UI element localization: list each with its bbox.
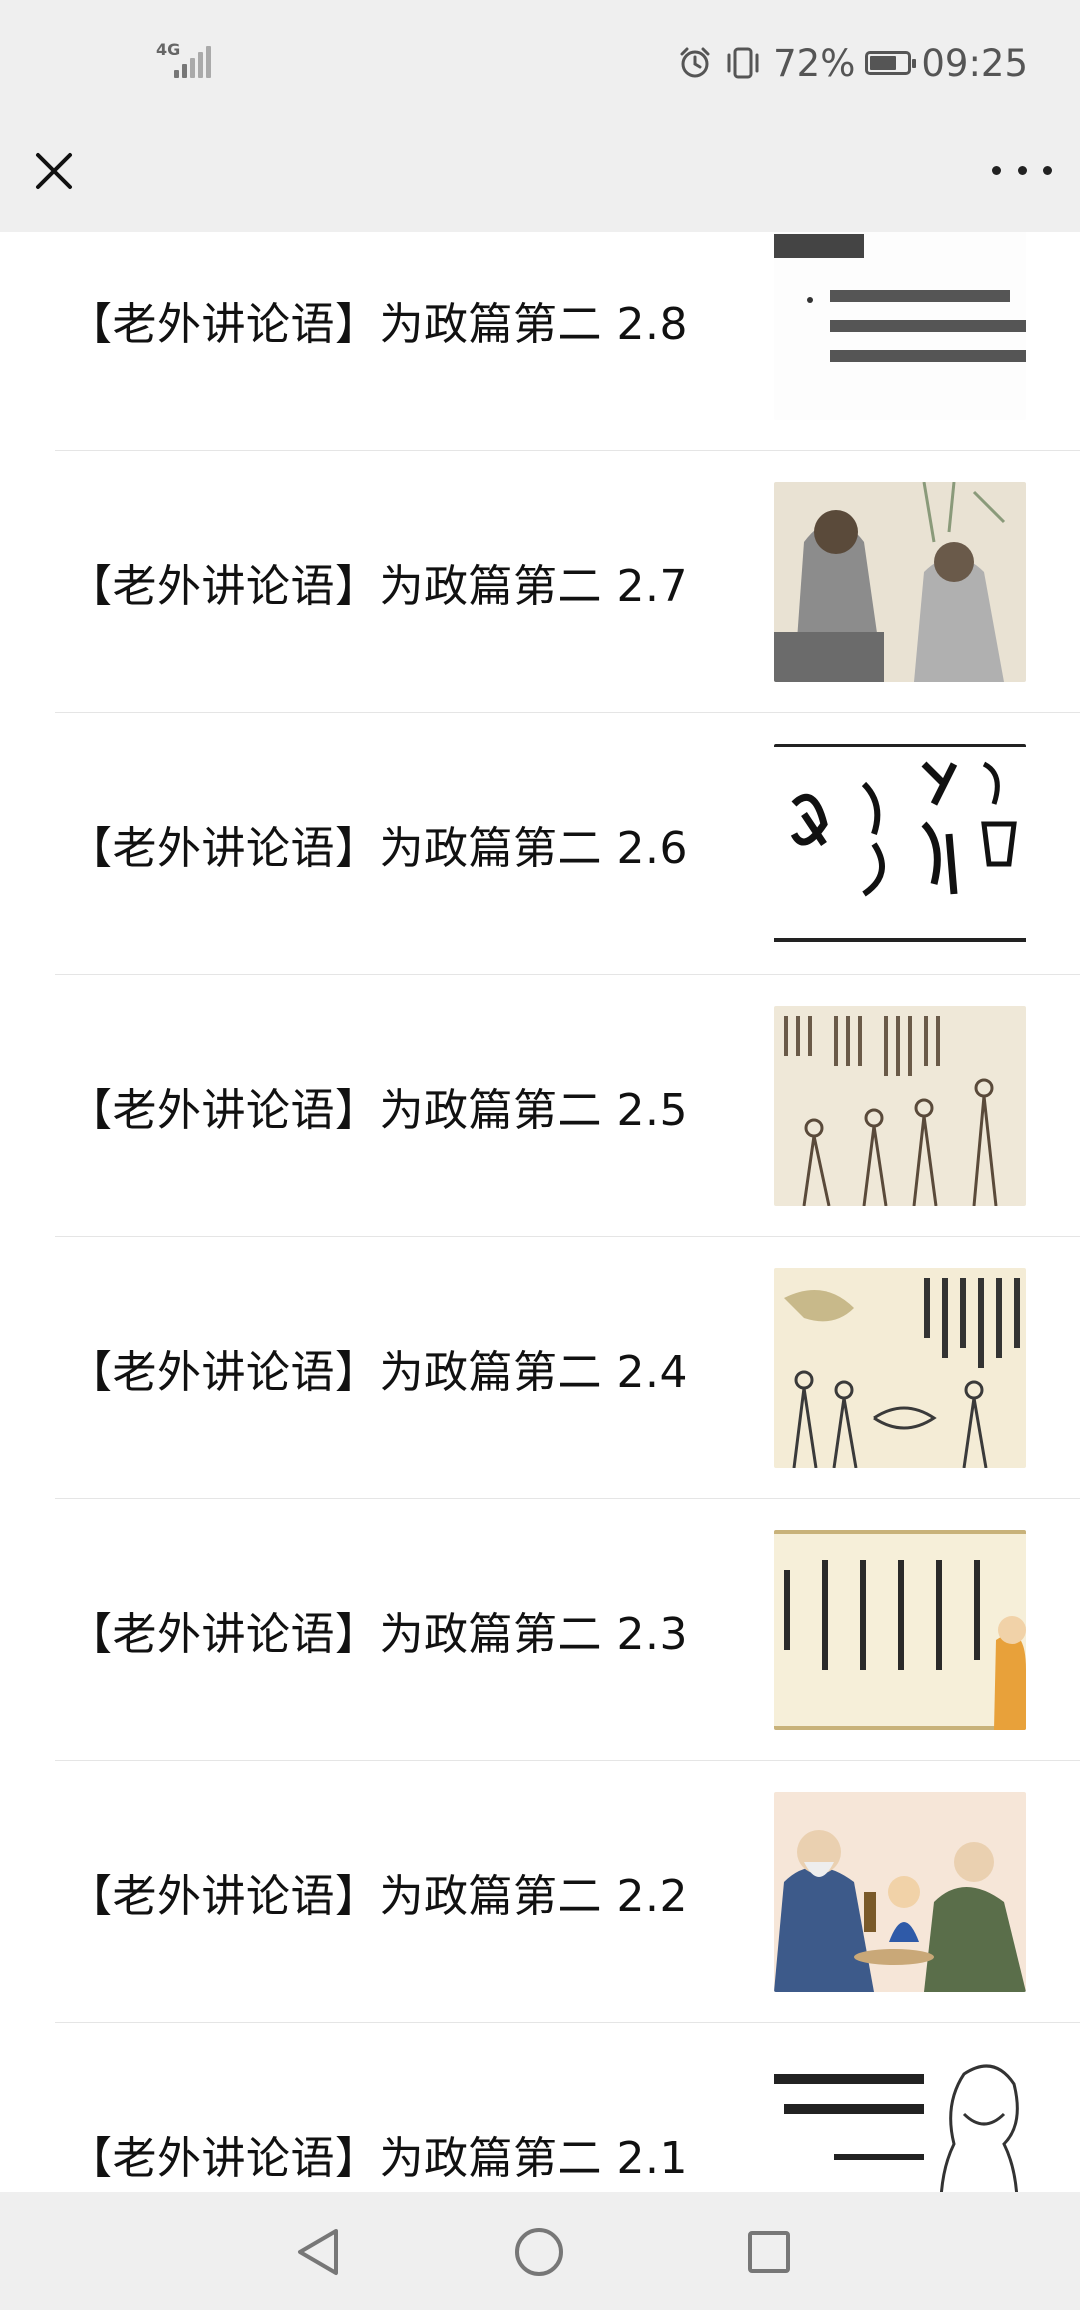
title-bar	[0, 125, 1080, 232]
battery-percent: 72%	[773, 41, 856, 85]
article-title: 【老外讲论语】为政篇第二 2.1	[68, 2133, 688, 2184]
article-item[interactable]: 【老外讲论语】为政篇第二 2.5	[0, 975, 1080, 1237]
article-thumbnail	[774, 1268, 1026, 1468]
article-title: 【老外讲论语】为政篇第二 2.6	[68, 823, 688, 874]
article-thumbnail	[774, 744, 1026, 944]
recent-apps-icon	[748, 2231, 790, 2273]
home-button[interactable]	[504, 2217, 574, 2287]
article-item[interactable]: 【老外讲论语】为政篇第二 2.7	[0, 451, 1080, 713]
article-title: 【老外讲论语】为政篇第二 2.3	[68, 1609, 688, 1660]
article-title: 【老外讲论语】为政篇第二 2.8	[68, 299, 688, 350]
close-icon	[36, 153, 72, 189]
cellular-signal-icon: 4G	[156, 42, 216, 82]
more-options-button[interactable]	[992, 145, 1052, 195]
article-thumbnail	[774, 482, 1026, 682]
article-item[interactable]: 【老外讲论语】为政篇第二 2.4	[0, 1237, 1080, 1499]
close-button[interactable]	[26, 143, 82, 199]
article-thumbnail	[774, 2054, 1026, 2192]
system-nav-bar	[0, 2192, 1080, 2310]
more-icon	[992, 165, 1001, 175]
clock: 09:25	[921, 41, 1028, 85]
article-title: 【老外讲论语】为政篇第二 2.4	[68, 1347, 688, 1398]
article-thumbnail	[774, 1006, 1026, 1206]
article-thumbnail	[774, 1792, 1026, 1992]
status-bar: 4G 72% 09:25	[0, 0, 1080, 125]
article-title: 【老外讲论语】为政篇第二 2.5	[68, 1085, 688, 1136]
article-list[interactable]: 【老外讲论语】为政篇第二 2.8 【老外讲论语】为政篇第二 2.7 【老外讲论语…	[0, 232, 1080, 2192]
battery-icon	[865, 51, 917, 75]
article-title: 【老外讲论语】为政篇第二 2.2	[68, 1871, 688, 1922]
back-button[interactable]	[284, 2217, 354, 2287]
home-icon	[515, 2228, 563, 2276]
article-thumbnail	[774, 232, 1026, 420]
recent-apps-button[interactable]	[734, 2217, 804, 2287]
article-thumbnail	[774, 1530, 1026, 1730]
back-icon	[298, 2229, 338, 2275]
article-title: 【老外讲论语】为政篇第二 2.7	[68, 561, 688, 612]
article-item[interactable]: 【老外讲论语】为政篇第二 2.6	[0, 713, 1080, 975]
article-item[interactable]: 【老外讲论语】为政篇第二 2.3	[0, 1499, 1080, 1761]
article-item[interactable]: 【老外讲论语】为政篇第二 2.2	[0, 1761, 1080, 2023]
article-item[interactable]: 【老外讲论语】为政篇第二 2.1	[0, 2023, 1080, 2192]
article-item[interactable]: 【老外讲论语】为政篇第二 2.8	[0, 232, 1080, 451]
alarm-icon	[680, 47, 710, 78]
vibrate-icon	[727, 47, 759, 79]
